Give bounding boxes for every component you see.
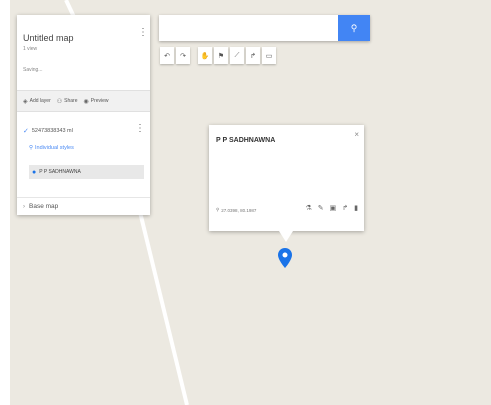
coordinates-text: 27.0398, 80.1987 [221,207,257,213]
share-button[interactable]: ⚇ Share [57,98,78,105]
map-title[interactable]: Untitled map [23,33,74,43]
add-layer-icon: ◈ [23,98,28,105]
map-toolbar: ↶ ↷ ✋ ⚑ ⟋ ↱ ▭ [160,47,276,65]
add-layer-button[interactable]: ◈ Add layer [23,98,51,105]
redo-button[interactable]: ↷ [176,47,190,64]
search-input[interactable] [159,15,338,41]
share-icon: ⚇ [56,98,63,105]
route-icon: ↱ [250,52,256,60]
select-tool-button[interactable]: ✋ [198,47,212,64]
shape-icon: ⟋ [234,51,240,59]
individual-styles-link[interactable]: ⚲ Individual styles [29,145,74,151]
marker-icon: ⚑ [217,52,225,60]
hand-icon: ✋ [200,52,210,60]
place-name: P P SADHNAWNA [39,169,81,175]
draw-line-button[interactable]: ⟋ [230,47,244,64]
base-map-toggle[interactable]: › Base map [17,197,150,215]
preview-label: Preview [90,98,109,104]
undo-icon: ↶ [164,52,170,60]
add-layer-label: Add layer [29,98,51,104]
base-map-label: Base map [29,203,59,210]
edit-icon[interactable]: ✎ [318,204,324,212]
place-pin-icon: ● [32,168,37,176]
add-marker-button[interactable]: ⚑ [214,47,228,64]
map-side-panel: Untitled map 1 view Saving... ⋮ ◈ Add la… [17,15,150,215]
ruler-icon: ▭ [265,52,273,60]
save-status: Saving... [23,67,43,73]
individual-styles-label: Individual styles [35,145,74,151]
undo-button[interactable]: ↶ [160,47,174,64]
preview-icon: ◉ [83,98,89,105]
layer-name-row[interactable]: ✓ 52473838343 ml [23,127,143,135]
layer-checkbox-icon[interactable]: ✓ [23,127,29,135]
popup-tail [279,231,293,242]
redo-icon: ↷ [180,52,186,60]
close-icon[interactable]: × [354,130,359,139]
directions-icon[interactable]: ↱ [342,204,348,212]
location-pin-icon: ⚲ [216,207,220,212]
search-button[interactable]: ⚲ [338,15,370,41]
popup-coordinates: ⚲ 27.0398, 80.1987 [216,207,256,213]
popup-actions: ⚗ ✎ ▣ ↱ ▮ [305,204,358,212]
map-menu-icon[interactable]: ⋮ [138,28,148,38]
layer-section: ✓ 52473838343 ml ⋮ [23,124,145,136]
add-directions-button[interactable]: ↱ [246,47,260,64]
map-actions-bar: ◈ Add layer ⚇ Share ◉ Preview [17,90,150,112]
popup-title: P P SADHNAWNA [216,137,276,144]
map-marker-icon[interactable] [278,248,292,268]
paint-icon[interactable]: ⚗ [305,204,311,212]
place-list-item[interactable]: ● P P SADHNAWNA [29,165,144,179]
layer-name[interactable]: 52473838343 ml [32,128,73,134]
search-box: ⚲ [159,15,370,41]
share-label: Share [64,98,78,104]
map-views-count: 1 view [23,46,38,52]
style-paint-icon: ⚲ [29,145,34,151]
search-icon: ⚲ [350,22,358,33]
delete-icon[interactable]: ▮ [354,204,358,212]
chevron-right-icon: › [23,203,25,210]
layer-menu-icon[interactable]: ⋮ [135,124,145,134]
camera-icon[interactable]: ▣ [330,204,337,212]
measure-button[interactable]: ▭ [262,47,276,64]
place-info-popup: P P SADHNAWNA × ⚲ 27.0398, 80.1987 ⚗ ✎ ▣… [209,125,364,231]
preview-button[interactable]: ◉ Preview [83,98,108,105]
